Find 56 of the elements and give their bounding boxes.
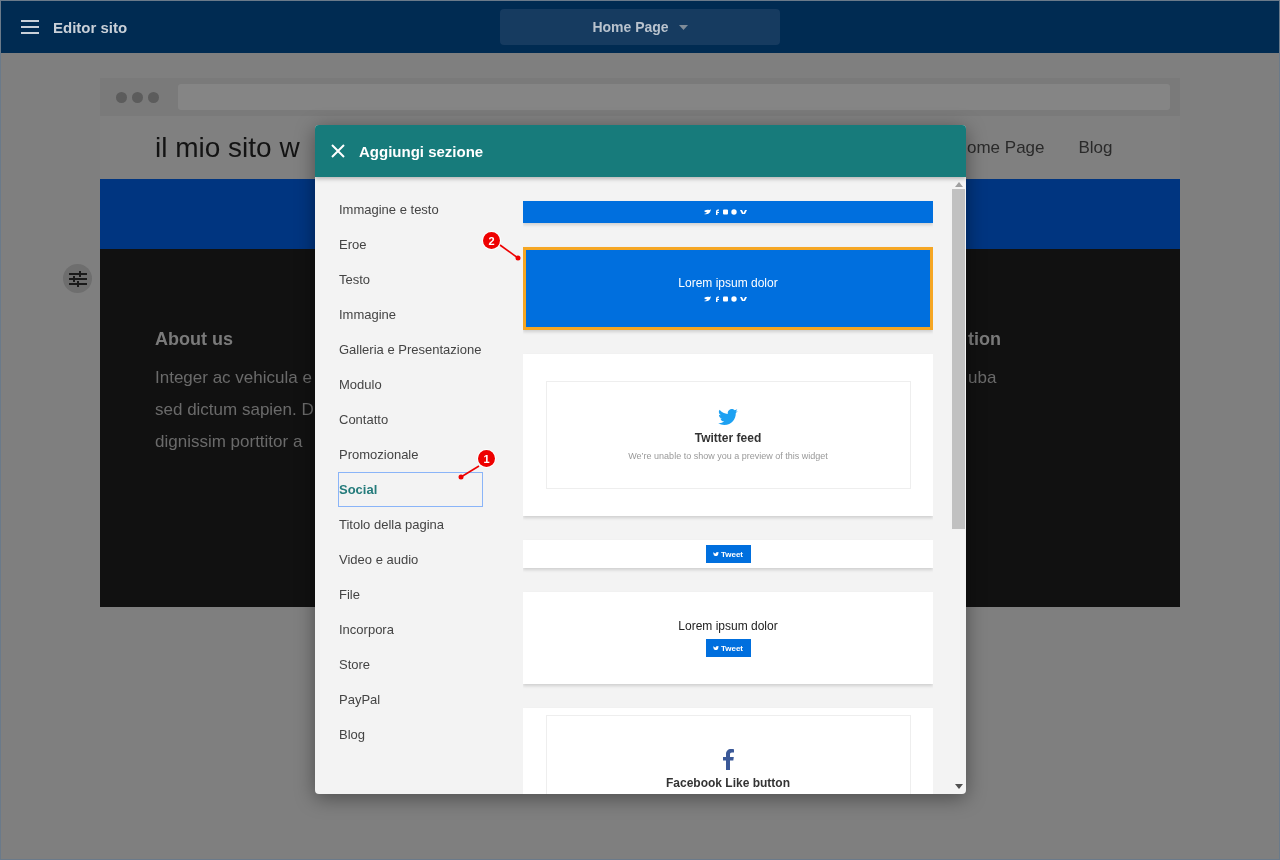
window-dot (148, 91, 159, 103)
nav-link[interactable]: Blog (1078, 137, 1113, 158)
category-item[interactable]: Blog (338, 717, 366, 752)
footer-heading: About us (155, 329, 233, 350)
settings-button[interactable] (63, 264, 92, 293)
category-item[interactable]: PayPal (338, 682, 381, 717)
category-item[interactable]: Promozionale (338, 437, 419, 472)
template-card[interactable]: Lorem ipsum dolor Tweet (523, 592, 933, 684)
template-card[interactable]: Lorem ipsum dolor (523, 247, 933, 330)
card-title: Lorem ipsum dolor (678, 275, 778, 290)
footer-heading: tion (968, 329, 1001, 350)
category-item[interactable]: Social (338, 472, 483, 507)
dialog-title: Aggiungi sezione (359, 142, 484, 160)
app-title: Editor sito (53, 18, 128, 36)
widget-title: Facebook Like button (666, 775, 790, 790)
window-dot (116, 91, 127, 103)
close-icon[interactable] (331, 144, 345, 158)
template-card[interactable]: Facebook Like button (523, 708, 933, 794)
site-title: il mio sito w (155, 131, 300, 164)
tweet-button[interactable]: Tweet (705, 545, 751, 563)
window-dot (132, 91, 143, 103)
bird-icon (718, 408, 738, 426)
footer-text: dignissim porttitor a (155, 431, 303, 453)
category-item[interactable]: Video e audio (338, 542, 419, 577)
page-selector[interactable]: Home Page (500, 9, 780, 45)
widget-title: Twitter feed (694, 431, 762, 446)
tweet-button[interactable]: Tweet (705, 639, 751, 657)
category-item[interactable]: Testo (338, 262, 371, 297)
template-card[interactable]: Tweet (523, 540, 933, 568)
footer-text: Integer ac vehicula e (155, 367, 312, 389)
footer-text: uba (968, 367, 997, 389)
facebook-icon (722, 748, 734, 770)
category-item[interactable]: Contatto (338, 402, 389, 437)
nav-link[interactable]: ome Page (967, 137, 1045, 158)
category-item[interactable]: File (338, 577, 360, 612)
arrow (498, 243, 522, 261)
category-item[interactable]: Modulo (338, 367, 382, 402)
footer-text: sed dictum sapien. D (155, 399, 314, 421)
category-item[interactable]: Store (338, 647, 371, 682)
category-item[interactable]: Immagine (338, 297, 397, 332)
bird-icon (712, 645, 719, 651)
category-item[interactable]: Immagine e testo (338, 192, 439, 227)
category-item[interactable]: Galleria e Presentazione (338, 332, 482, 367)
bird-icon (712, 551, 719, 557)
scroll-thumb[interactable] (952, 189, 965, 529)
caret-icon (678, 24, 688, 30)
category-item[interactable]: Titolo della pagina (338, 507, 445, 542)
card-title: Lorem ipsum dolor (678, 619, 778, 633)
category-item[interactable]: Incorpora (338, 612, 394, 647)
sliders-icon (68, 270, 87, 287)
template-card[interactable]: Twitter feed We’re unable to show you a preview of this widget (523, 354, 933, 516)
menu-icon[interactable] (21, 20, 39, 34)
arrow (457, 463, 481, 481)
category-item[interactable]: Eroe (338, 227, 367, 262)
scroll-down-icon[interactable] (954, 784, 963, 789)
widget-note: We’re unable to show you a preview of this widget (628, 451, 828, 462)
